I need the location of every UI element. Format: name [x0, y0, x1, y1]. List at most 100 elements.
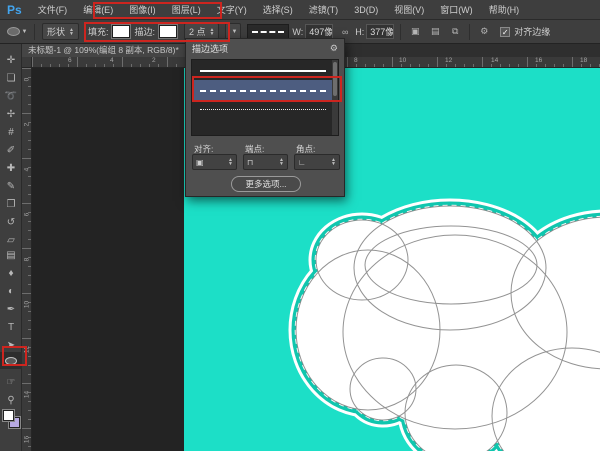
tool-zoom[interactable]: ⚲: [0, 392, 22, 409]
stroke-style-solid[interactable]: [193, 62, 333, 79]
type-icon: T: [8, 322, 14, 333]
stroke-style-dashed-selected[interactable]: [193, 80, 333, 102]
stroke-corners-icon: ∟: [298, 158, 306, 167]
ruler-number: 18: [580, 57, 587, 64]
divider: [400, 24, 401, 40]
ruler-number: 4: [24, 165, 31, 175]
tool-gradient[interactable]: ▤: [0, 247, 22, 264]
brush-icon: ✎: [7, 181, 15, 192]
blur-icon: ♦: [8, 268, 13, 279]
combine-shapes-button[interactable]: ▣: [407, 24, 423, 40]
foreground-color-swatch[interactable]: [3, 410, 14, 421]
width-label: W:: [292, 27, 303, 37]
solid-line-icon: [200, 70, 326, 72]
dotted-line-icon: [200, 109, 326, 110]
lasso-icon: ➰: [5, 91, 17, 102]
menu-select[interactable]: 选择(S): [255, 0, 301, 20]
tool-move[interactable]: ✛: [0, 52, 22, 69]
dashed-line-icon: [252, 31, 284, 33]
document-tab[interactable]: 未标题-1 @ 109%(编组 8 副本, RGB/8)*: [22, 44, 185, 57]
menu-view[interactable]: 视图(V): [386, 0, 432, 20]
tool-preset-picker[interactable]: ▼: [4, 23, 30, 41]
tool-mode-label: 形状: [47, 25, 65, 38]
stroke-type-preview[interactable]: [247, 24, 289, 39]
crop-icon: #: [8, 127, 14, 138]
menu-edit[interactable]: 编辑(E): [75, 0, 121, 20]
ruler-number: 8: [24, 255, 31, 265]
color-swatches: [0, 408, 22, 434]
gear-icon[interactable]: ⚙: [476, 24, 492, 40]
ruler-number: 16: [535, 57, 542, 64]
tool-blur[interactable]: ♦: [0, 265, 22, 282]
menu-window[interactable]: 窗口(W): [432, 0, 481, 20]
shape-width-field[interactable]: 497像: [305, 24, 333, 39]
corners-select[interactable]: ∟ ▲▼: [294, 154, 340, 170]
vertical-ruler[interactable]: 0246810121416: [22, 68, 32, 451]
tool-ellipse[interactable]: [0, 352, 22, 369]
tool-quick-selection[interactable]: ✢: [0, 106, 22, 123]
gradient-icon: ▤: [6, 250, 15, 261]
divider: [469, 24, 470, 40]
updown-arrows-icon: ▲▼: [228, 158, 233, 166]
tool-type[interactable]: T: [0, 319, 22, 336]
tool-marquee[interactable]: ❏: [0, 70, 22, 87]
pen-icon: ✒: [7, 304, 15, 315]
stroke-caps-icon: ⊓: [247, 158, 253, 167]
tool-dodge[interactable]: ◐: [0, 283, 22, 300]
gear-icon[interactable]: ⚙: [330, 43, 338, 54]
tool-eyedropper[interactable]: ✐: [0, 142, 22, 159]
tool-crop[interactable]: #: [0, 124, 22, 141]
pasteboard: [32, 68, 184, 451]
tool-pen[interactable]: ✒: [0, 301, 22, 318]
path-align-button[interactable]: ▤: [427, 24, 443, 40]
tool-history-brush[interactable]: ↺: [0, 214, 22, 231]
ruler-number: 4: [110, 57, 114, 64]
tool-brush[interactable]: ✎: [0, 178, 22, 195]
path-arrange-button[interactable]: ⧉: [447, 24, 463, 40]
caps-select[interactable]: ⊓ ▲▼: [243, 154, 288, 170]
menu-file[interactable]: 文件(F): [30, 0, 76, 20]
height-label: H:: [355, 27, 364, 37]
eraser-icon: ▱: [7, 235, 15, 246]
tool-lasso[interactable]: ➰: [0, 88, 22, 105]
updown-arrows-icon: ▲▼: [210, 28, 215, 36]
divider: [34, 24, 35, 40]
scrollbar-thumb[interactable]: [333, 62, 337, 96]
shape-height-field[interactable]: 377像: [366, 24, 394, 39]
ruler-number: 16: [24, 435, 31, 445]
menu-filter[interactable]: 滤镜(T): [301, 0, 347, 20]
chevron-down-icon: ▼: [231, 29, 237, 35]
ruler-number: 6: [24, 210, 31, 220]
ruler-number: 12: [445, 57, 452, 64]
fill-color-swatch[interactable]: [112, 25, 130, 38]
tools-panel: ✛❏➰✢#✐✚✎❐↺▱▤♦◐✒T➤☞⚲: [0, 44, 22, 451]
menu-type[interactable]: 文字(Y): [209, 0, 255, 20]
tool-clone-stamp[interactable]: ❐: [0, 196, 22, 213]
menu-3d[interactable]: 3D(D): [346, 0, 386, 20]
clone-stamp-icon: ❐: [7, 199, 16, 210]
menu-help[interactable]: 帮助(H): [481, 0, 528, 20]
ps-logo: Ps: [0, 3, 30, 17]
tool-hand[interactable]: ☞: [0, 374, 22, 391]
stroke-color-swatch[interactable]: [159, 25, 177, 38]
stroke-style-dotted[interactable]: [193, 103, 333, 115]
ruler-number: 10: [24, 300, 31, 310]
stroke-style-list: [191, 59, 339, 136]
ruler-number: 0: [24, 75, 31, 85]
align-select[interactable]: ▣ ▲▼: [192, 154, 237, 170]
ruler-origin-corner[interactable]: [22, 57, 32, 68]
more-options-button[interactable]: 更多选项...: [231, 176, 301, 192]
menu-layer[interactable]: 图层(L): [164, 0, 209, 20]
ellipse-preset-icon: [7, 27, 20, 36]
photoshop-window: Ps 文件(F) 编辑(E) 图像(I) 图层(L) 文字(Y) 选择(S) 滤…: [0, 0, 600, 451]
menu-image[interactable]: 图像(I): [121, 0, 164, 20]
scrollbar[interactable]: [332, 60, 338, 135]
align-edges-checkbox[interactable]: ✓: [500, 27, 510, 37]
tool-healing-brush[interactable]: ✚: [0, 160, 22, 177]
eyedropper-icon: ✐: [7, 145, 15, 156]
menu-bar: Ps 文件(F) 编辑(E) 图像(I) 图层(L) 文字(Y) 选择(S) 滤…: [0, 0, 600, 20]
zoom-icon: ⚲: [7, 395, 14, 406]
tool-mode-select[interactable]: 形状 ▲▼: [42, 23, 79, 40]
updown-arrows-icon: ▲▼: [69, 28, 74, 36]
stroke-options-title: 描边选项: [192, 42, 228, 55]
